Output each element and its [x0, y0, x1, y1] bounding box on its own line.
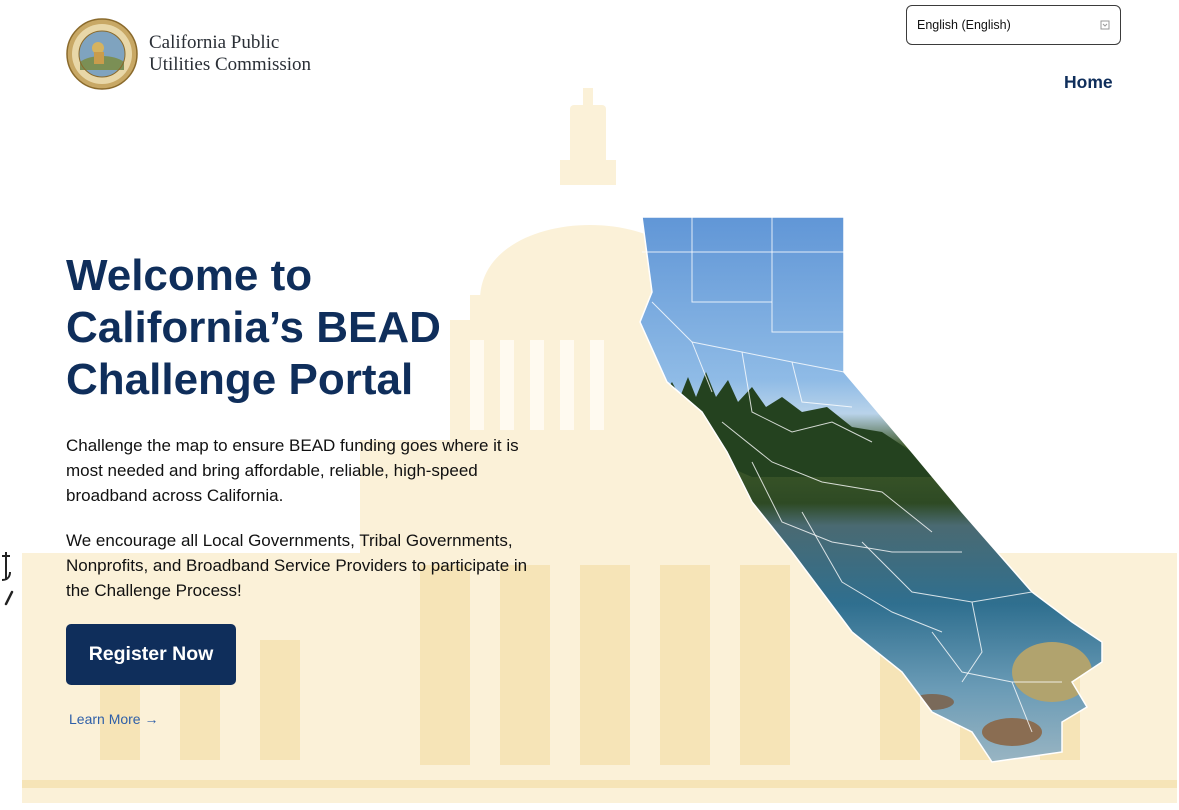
edge-decoration	[1, 552, 14, 606]
site-logo[interactable]: California Public Utilities Commission	[66, 18, 311, 90]
language-select-value: English (English)	[917, 18, 1011, 32]
learn-more-link[interactable]: Learn More →	[69, 711, 158, 727]
hero-encouragement-line2: Nonprofits, and Broadband Service Provid…	[66, 556, 528, 575]
cpuc-seal-icon	[66, 18, 138, 90]
hero-title-line1: Welcome to	[66, 251, 313, 300]
nav-home-link[interactable]: Home	[1064, 72, 1113, 93]
hero-encouragement: We encourage all Local Governments, Trib…	[66, 528, 527, 603]
hero-encouragement-line1: We encourage all Local Governments, Trib…	[66, 531, 513, 550]
org-name-line1: California Public	[149, 32, 280, 53]
hero-description-line2: most needed and bring affordable, reliab…	[66, 461, 478, 480]
hero-description: Challenge the map to ensure BEAD funding…	[66, 433, 519, 508]
hero-title-line2: California’s BEAD	[66, 303, 441, 352]
hero-title: Welcome to California’s BEAD Challenge P…	[66, 250, 536, 406]
dropdown-icon	[1100, 20, 1110, 30]
california-map-icon	[639, 216, 1103, 763]
org-name-line2: Utilities Commission	[149, 54, 312, 75]
language-select[interactable]: English (English)	[906, 5, 1121, 45]
hero-description-line3: broadband across California.	[66, 486, 284, 505]
hero-description-line1: Challenge the map to ensure BEAD funding…	[66, 436, 519, 455]
hero-encouragement-line3: the Challenge Process!	[66, 581, 242, 600]
register-now-button[interactable]: Register Now	[66, 624, 236, 685]
hero-title-line3: Challenge Portal	[66, 355, 414, 404]
organization-name: California Public Utilities Commission	[149, 32, 311, 76]
